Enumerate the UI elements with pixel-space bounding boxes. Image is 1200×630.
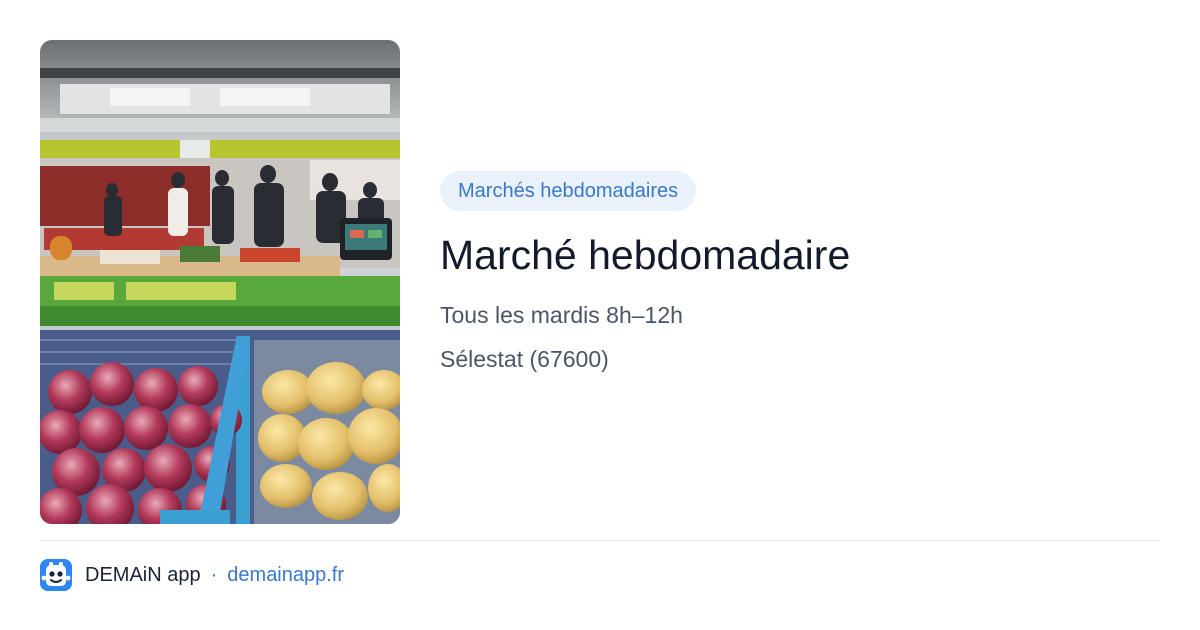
market-stall-image xyxy=(40,40,400,524)
event-location: Sélestat (67600) xyxy=(440,346,609,372)
category-tag[interactable]: Marchés hebdomadaires xyxy=(440,171,697,211)
demain-app-icon xyxy=(40,559,72,591)
app-name: DEMAiN app xyxy=(85,563,201,586)
footer-divider xyxy=(40,540,1160,541)
event-details: Marchés hebdomadaires Marché hebdomadair… xyxy=(440,171,1160,373)
site-link[interactable]: demainapp.fr xyxy=(227,564,344,587)
share-card: Marchés hebdomadaires Marché hebdomadair… xyxy=(0,0,1200,630)
event-title: Marché hebdomadaire xyxy=(440,232,851,278)
market-photo xyxy=(40,40,400,524)
footer-separator: · xyxy=(210,563,218,586)
event-schedule: Tous les mardis 8h–12h xyxy=(440,302,683,328)
footer: DEMAiN app · demainapp.fr xyxy=(40,558,344,592)
